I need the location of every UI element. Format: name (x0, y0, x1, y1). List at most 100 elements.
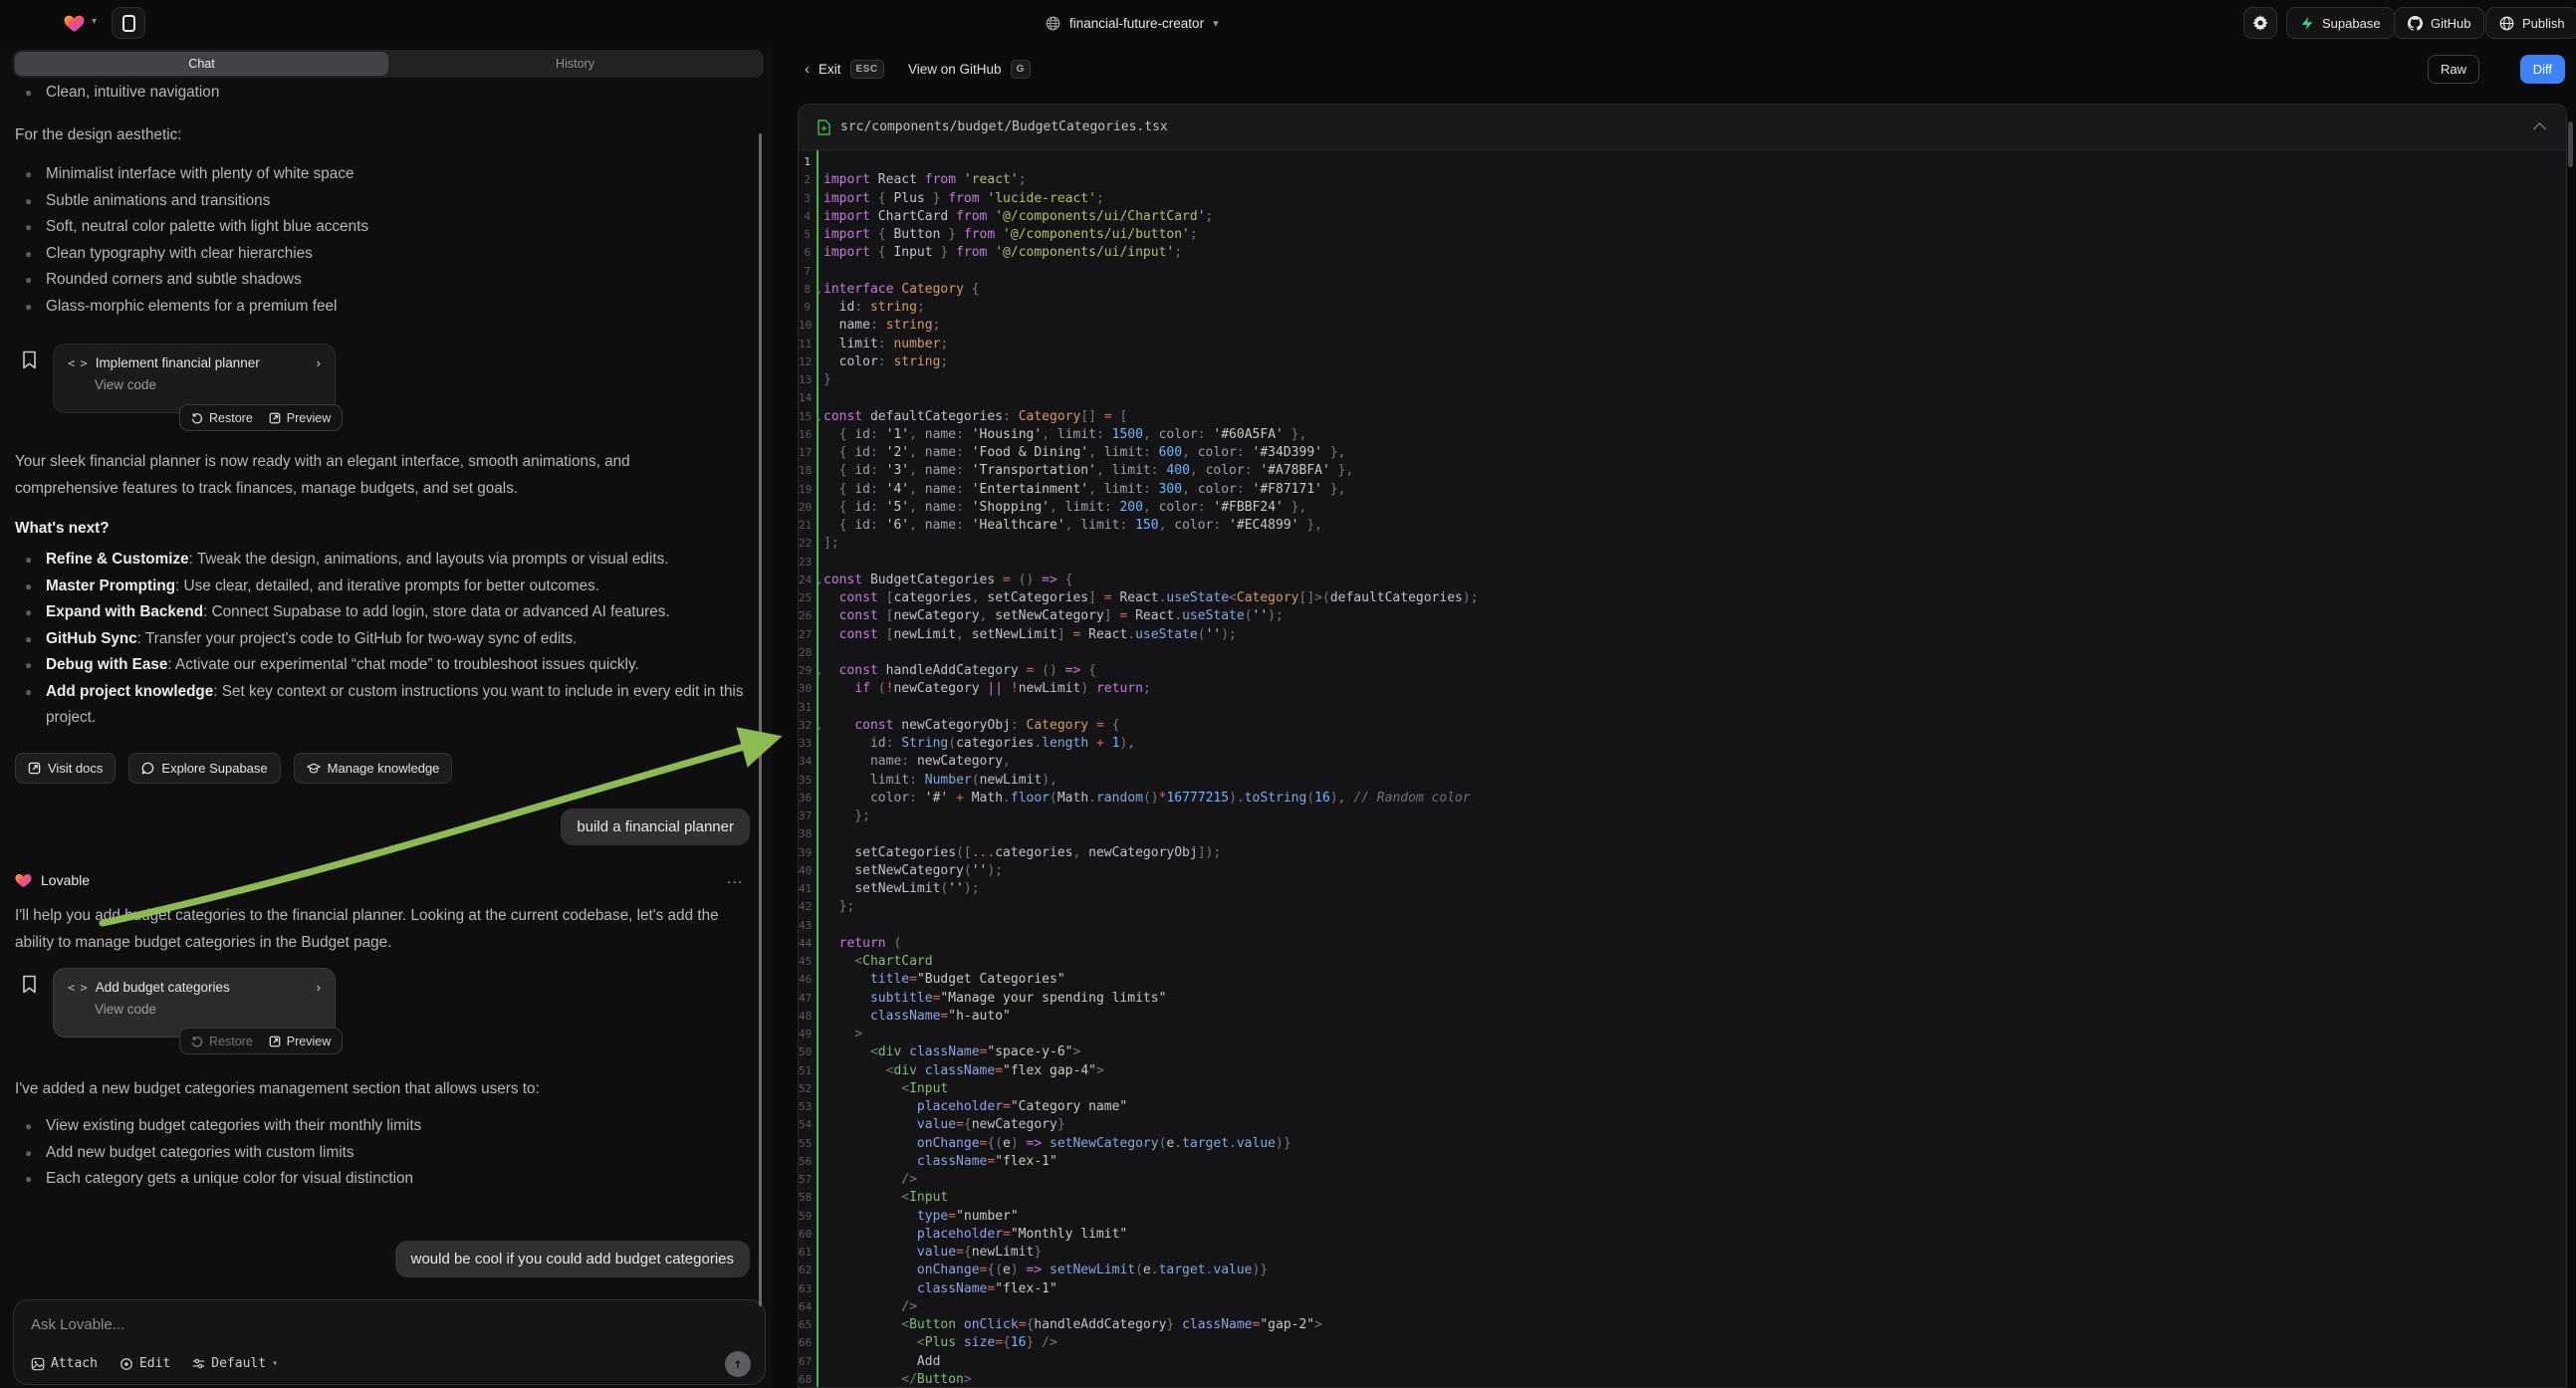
code-line: 37 }; (799, 808, 2566, 825)
code-line: 22]; (799, 535, 2566, 553)
code-line: 7 (799, 263, 2566, 281)
panel-toggle-button[interactable] (112, 7, 145, 39)
code-line: 68 </Button> (799, 1371, 2566, 1388)
code-line: 4import ChartCard from '@/components/ui/… (799, 208, 2566, 226)
code-line: 6import { Input } from '@/components/ui/… (799, 244, 2566, 262)
code-line: 63 className="flex-1" (799, 1280, 2566, 1298)
list-item: ●Add new budget categories with custom l… (15, 1140, 753, 1167)
list-item: ●Minimalist interface with plenty of whi… (15, 161, 753, 188)
code-line: 40 setNewCategory(''); (799, 862, 2566, 880)
code-line: 21 { id: '6', name: 'Healthcare', limit:… (799, 517, 2566, 535)
list-item: ●Glass-morphic elements for a premium fe… (15, 294, 753, 321)
tab-chat[interactable]: Chat (15, 52, 388, 76)
restore-preview-toolbar: Restore Preview (179, 404, 343, 431)
chat-scrollbar[interactable] (759, 133, 762, 1306)
code-line: 28 (799, 644, 2566, 662)
composer[interactable]: Ask Lovable... Attach Edit Default ▾ ↑ (13, 1299, 766, 1385)
g-key-badge: G (1011, 60, 1031, 79)
code-line: 8▾interface Category { (799, 281, 2566, 299)
tab-history[interactable]: History (388, 52, 762, 76)
code-line: 65 <Button onClick={handleAddCategory} c… (799, 1316, 2566, 1334)
code-line: 39 setCategories([...categories, newCate… (799, 844, 2566, 862)
chat-bubble-icon (141, 762, 154, 775)
help-paragraph: I'll help you add budget categories to t… (15, 902, 750, 956)
restore-button[interactable]: Restore (191, 1035, 253, 1048)
design-intro: For the design aesthetic: (15, 121, 753, 148)
code-line: 57 /> (799, 1171, 2566, 1189)
logo-chevron-down-icon[interactable]: ▾ (92, 16, 97, 27)
code-line: 60 placeholder="Monthly limit" (799, 1226, 2566, 1244)
earlier-bullet: ●Clean, intuitive navigation (15, 80, 753, 107)
project-switcher[interactable]: financial-future-creator ▾ (1046, 0, 1219, 46)
code-line: 56 className="flex-1" (799, 1153, 2566, 1171)
code-line: 24▾const BudgetCategories = () => { (799, 572, 2566, 589)
settings-button[interactable] (2243, 7, 2277, 39)
code-line: 44 return ( (799, 935, 2566, 953)
list-item: ●Subtle animations and transitions (15, 188, 753, 215)
assistant-name: Lovable (41, 872, 90, 888)
version-card-title: Implement financial planner (96, 355, 260, 370)
code-line: 23 (799, 554, 2566, 572)
collapse-chevron-up-icon[interactable] (2533, 122, 2546, 135)
code-line: 54 value={newCategory} (799, 1116, 2566, 1134)
code-viewer: src/components/budget/BudgetCategories.t… (798, 104, 2567, 1388)
manage-knowledge-button[interactable]: Manage knowledge (294, 753, 453, 784)
raw-toggle-button[interactable]: Raw (2428, 55, 2479, 84)
view-on-github-button[interactable]: View on GitHub G (908, 46, 1031, 92)
code-line: 45 <ChartCard (799, 953, 2566, 971)
view-code-link[interactable]: View code (95, 377, 321, 392)
code-line: 42 }; (799, 898, 2566, 916)
edit-button[interactable]: Edit (119, 1355, 170, 1373)
code-line: 15▾const defaultCategories: Category[] =… (799, 408, 2566, 426)
code-line: 30 if (!newCategory || !newLimit) return… (799, 680, 2566, 698)
code-line: 48 className="h-auto" (799, 1008, 2566, 1026)
message-menu-button[interactable]: ... (727, 870, 743, 888)
github-button[interactable]: GitHub (2394, 7, 2484, 39)
code-line: 17 { id: '2', name: 'Food & Dining', lim… (799, 444, 2566, 462)
exit-button[interactable]: ‹ Exit ESC (805, 46, 884, 92)
publish-button[interactable]: Publish (2485, 7, 2576, 39)
code-icon: < > (68, 981, 87, 995)
code-line: 43 (799, 917, 2566, 935)
code-line: 34 name: newCategory, (799, 753, 2566, 771)
bookmark-icon[interactable] (22, 975, 37, 994)
code-line: 16 { id: '1', name: 'Housing', limit: 15… (799, 426, 2566, 444)
file-header[interactable]: src/components/budget/BudgetCategories.t… (799, 105, 2566, 150)
code-line: 5import { Button } from '@/components/ui… (799, 226, 2566, 244)
code-line: 46 title="Budget Categories" (799, 971, 2566, 989)
lovable-heart-icon (15, 872, 32, 888)
code-line: 33 id: String(categories.length + 1), (799, 735, 2566, 753)
explore-supabase-button[interactable]: Explore Supabase (128, 753, 280, 784)
image-icon (31, 1357, 45, 1371)
target-icon (119, 1357, 133, 1371)
restore-button[interactable]: Restore (191, 411, 253, 425)
send-button[interactable]: ↑ (725, 1351, 751, 1377)
exit-label: Exit (819, 62, 841, 77)
code-line: 55 onChange={(e) => setNewCategory(e.tar… (799, 1135, 2566, 1153)
editor-scrollbar[interactable] (2568, 121, 2573, 167)
list-item: ●Expand with Backend: Connect Supabase t… (15, 599, 747, 626)
visit-docs-button[interactable]: Visit docs (15, 753, 116, 784)
lovable-heart-logo[interactable] (64, 13, 85, 33)
list-item: ●View existing budget categories with th… (15, 1113, 753, 1140)
preview-button[interactable]: Preview (269, 1035, 331, 1048)
model-selector[interactable]: Default ▾ (192, 1355, 278, 1373)
lovable-app: ▾ financial-future-creator ▾ (0, 0, 2576, 1388)
code-area[interactable]: 12import React from 'react';3import { Pl… (799, 150, 2566, 1388)
code-line: 51 <div className="flex gap-4"> (799, 1062, 2566, 1080)
whats-next-heading: What's next? (15, 515, 753, 542)
view-code-link[interactable]: View code (95, 1002, 321, 1017)
code-line: 1 (799, 153, 2566, 171)
diff-toggle-button[interactable]: Diff (2520, 55, 2565, 84)
code-line: 64 /> (799, 1298, 2566, 1316)
code-line: 38 (799, 825, 2566, 843)
graduation-cap-icon (307, 763, 321, 775)
chat-history-tabs: Chat History (13, 50, 764, 78)
preview-button[interactable]: Preview (269, 411, 331, 425)
editor-header: ‹ Exit ESC View on GitHub G Raw Diff (787, 46, 2576, 92)
code-line: 12 color: string; (799, 353, 2566, 371)
supabase-button[interactable]: Supabase (2286, 7, 2395, 39)
version-card-implement-financial-planner[interactable]: < > Implement financial planner › View c… (53, 344, 336, 413)
attach-button[interactable]: Attach (31, 1355, 98, 1373)
bookmark-icon[interactable] (22, 350, 37, 369)
